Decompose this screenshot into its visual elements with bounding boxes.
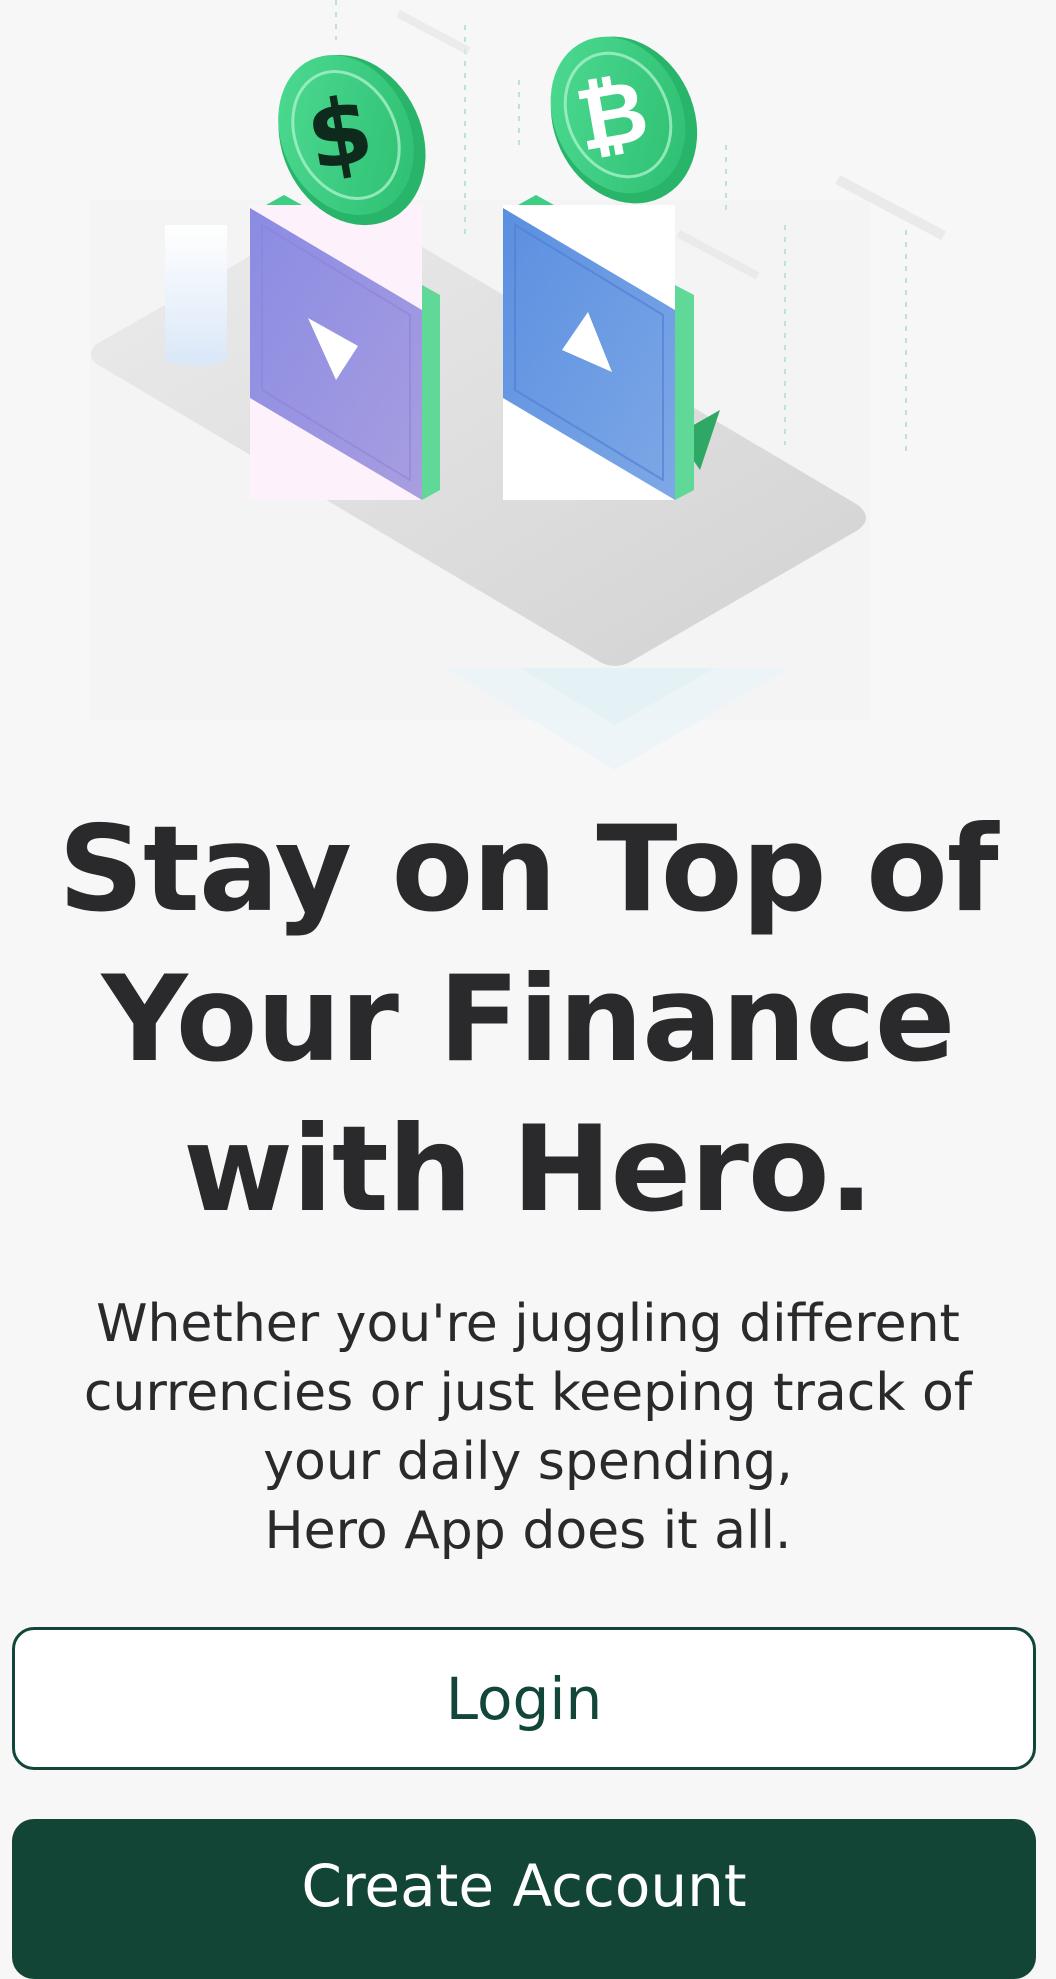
create-account-button-label: Create Account — [301, 1852, 747, 1920]
login-button-label: Login — [445, 1664, 603, 1733]
finance-illustration: $ ₿ — [90, 0, 946, 770]
subtitle-line: Whether you're juggling different — [96, 1294, 960, 1354]
title-line: Stay on Top of — [58, 801, 998, 939]
subtitle-line: Hero App does it all. — [264, 1501, 792, 1561]
subtitle-line: your daily spending, — [263, 1432, 793, 1492]
down-card — [250, 195, 440, 500]
page-title: Stay on Top of Your Finance with Hero. — [40, 795, 1016, 1245]
hero-illustration: $ ₿ — [0, 0, 1056, 780]
bitcoin-coin-icon: ₿ — [550, 36, 698, 204]
login-button[interactable]: Login — [12, 1627, 1036, 1770]
page-subtitle: Whether you're juggling different curren… — [30, 1290, 1026, 1566]
title-line: with Hero. — [183, 1101, 874, 1239]
create-account-button[interactable]: Create Account — [12, 1819, 1036, 1979]
title-line: Your Finance — [101, 951, 956, 1089]
subtitle-line: currencies or just keeping track of — [83, 1363, 973, 1423]
cylinder — [165, 225, 227, 366]
